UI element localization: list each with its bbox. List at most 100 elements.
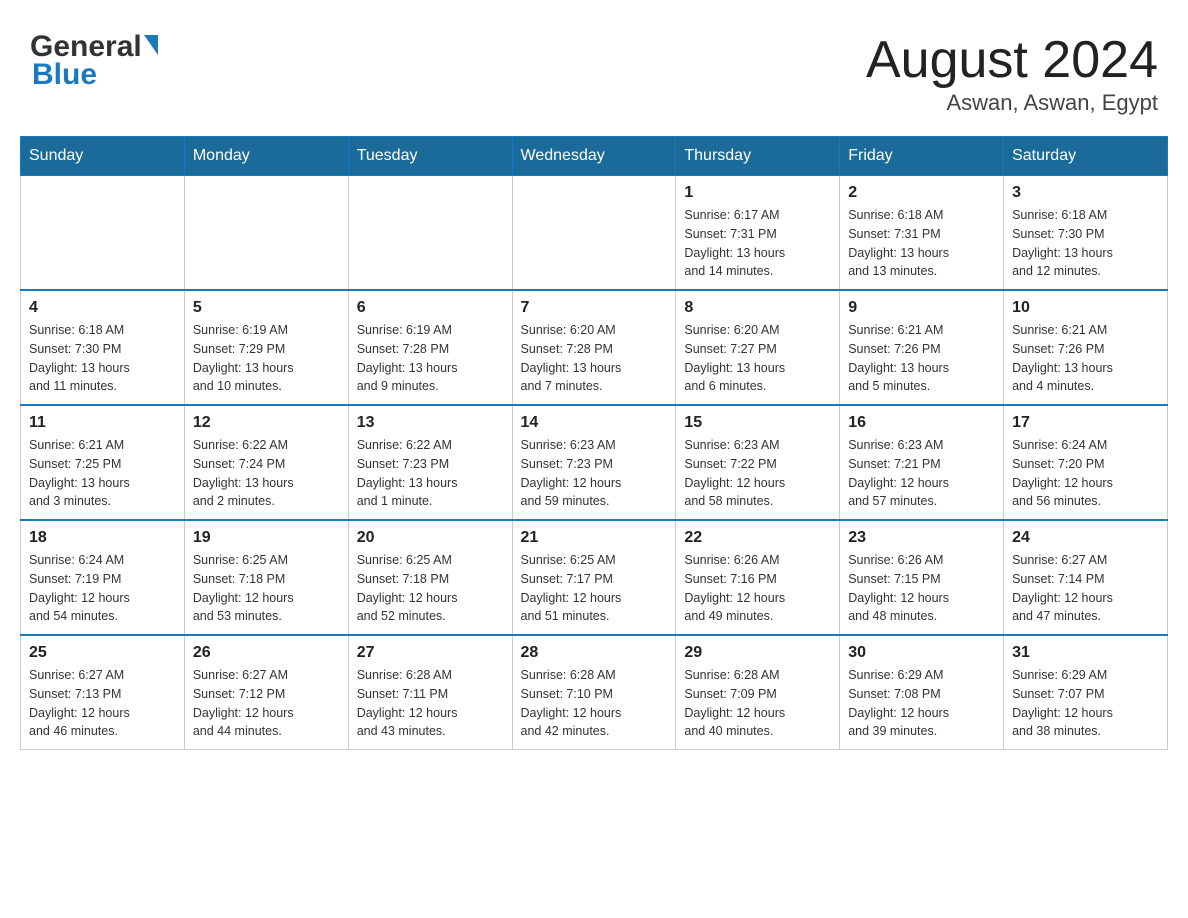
calendar-subtitle: Aswan, Aswan, Egypt [866,90,1158,116]
table-row [21,176,185,291]
calendar-header-row: Sunday Monday Tuesday Wednesday Thursday… [21,137,1168,176]
day-info: Sunrise: 6:26 AMSunset: 7:16 PMDaylight:… [684,551,831,626]
page-header: General Blue August 2024 Aswan, Aswan, E… [20,20,1168,116]
col-wednesday: Wednesday [512,137,676,176]
day-info: Sunrise: 6:21 AMSunset: 7:25 PMDaylight:… [29,436,176,511]
table-row: 7Sunrise: 6:20 AMSunset: 7:28 PMDaylight… [512,290,676,405]
table-row [348,176,512,291]
day-info: Sunrise: 6:27 AMSunset: 7:13 PMDaylight:… [29,666,176,741]
table-row: 22 Sunrise: 6:26 AMSunset: 7:16 PMDayligh… [676,520,840,635]
table-row: 23 Sunrise: 6:26 AMSunset: 7:15 PMDayligh… [840,520,1004,635]
day-info: Sunrise: 6:26 AMSunset: 7:15 PMDaylight:… [848,551,995,626]
day-info: Sunrise: 6:29 AMSunset: 7:08 PMDaylight:… [848,666,995,741]
table-row: 3 Sunrise: 6:18 AMSunset: 7:30 PMDaylight… [1004,176,1168,291]
day-info: Sunrise: 6:19 AMSunset: 7:28 PMDaylight:… [357,321,504,396]
table-row: 24 Sunrise: 6:27 AMSunset: 7:14 PMDayligh… [1004,520,1168,635]
day-info: Sunrise: 6:23 AMSunset: 7:23 PMDaylight:… [521,436,668,511]
day-number: 25 [29,644,176,662]
table-row: 2 Sunrise: 6:18 AMSunset: 7:31 PMDaylight… [840,176,1004,291]
day-number: 26 [193,644,340,662]
table-row: 6 Sunrise: 6:19 AMSunset: 7:28 PMDaylight… [348,290,512,405]
day-info: Sunrise: 6:23 AMSunset: 7:22 PMDaylight:… [684,436,831,511]
logo-blue: Blue [32,58,97,91]
table-row: 16 Sunrise: 6:23 AMSunset: 7:21 PMDayligh… [840,405,1004,520]
table-row: 8Sunrise: 6:20 AMSunset: 7:27 PMDaylight… [676,290,840,405]
col-monday: Monday [184,137,348,176]
table-row: 10 Sunrise: 6:21 AMSunset: 7:26 PMDayligh… [1004,290,1168,405]
day-info: Sunrise: 6:28 AMSunset: 7:09 PMDaylight:… [684,666,831,741]
day-number: 10 [1012,299,1159,317]
day-info: Sunrise: 6:21 AMSunset: 7:26 PMDaylight:… [1012,321,1159,396]
day-number: 3 [1012,184,1159,202]
day-number: 15 [684,414,831,432]
table-row: 18 Sunrise: 6:24 AMSunset: 7:19 PMDayligh… [21,520,185,635]
day-number: 22 [684,529,831,547]
day-info: Sunrise: 6:21 AMSunset: 7:26 PMDaylight:… [848,321,995,396]
day-info: Sunrise: 6:23 AMSunset: 7:21 PMDaylight:… [848,436,995,511]
day-number: 28 [521,644,668,662]
table-row [184,176,348,291]
day-number: 23 [848,529,995,547]
day-info: Sunrise: 6:25 AMSunset: 7:18 PMDaylight:… [193,551,340,626]
day-info: Sunrise: 6:24 AMSunset: 7:20 PMDaylight:… [1012,436,1159,511]
table-row: 31 Sunrise: 6:29 AMSunset: 7:07 PMDayligh… [1004,635,1168,750]
day-info: Sunrise: 6:22 AMSunset: 7:23 PMDaylight:… [357,436,504,511]
table-row: 20 Sunrise: 6:25 AMSunset: 7:18 PMDayligh… [348,520,512,635]
col-sunday: Sunday [21,137,185,176]
day-number: 30 [848,644,995,662]
table-row: 21 Sunrise: 6:25 AMSunset: 7:17 PMDayligh… [512,520,676,635]
day-info: Sunrise: 6:18 AMSunset: 7:31 PMDaylight:… [848,206,995,281]
day-number: 14 [521,414,668,432]
logo-triangle-icon [144,35,158,55]
day-number: 29 [684,644,831,662]
day-number: 5 [193,299,340,317]
day-number: 17 [1012,414,1159,432]
table-row: 15 Sunrise: 6:23 AMSunset: 7:22 PMDayligh… [676,405,840,520]
logo: General Blue [30,30,158,92]
day-number: 24 [1012,529,1159,547]
calendar-title: August 2024 [866,30,1158,90]
day-number: 19 [193,529,340,547]
day-number: 21 [521,529,668,547]
day-info: Sunrise: 6:22 AMSunset: 7:24 PMDaylight:… [193,436,340,511]
day-info: Sunrise: 6:25 AMSunset: 7:18 PMDaylight:… [357,551,504,626]
day-info: Sunrise: 6:20 AMSunset: 7:28 PMDaylight:… [521,321,668,396]
day-number: 8 [684,299,831,317]
calendar-table: Sunday Monday Tuesday Wednesday Thursday… [20,136,1168,750]
day-info: Sunrise: 6:25 AMSunset: 7:17 PMDaylight:… [521,551,668,626]
day-number: 2 [848,184,995,202]
day-number: 31 [1012,644,1159,662]
day-info: Sunrise: 6:24 AMSunset: 7:19 PMDaylight:… [29,551,176,626]
day-number: 6 [357,299,504,317]
day-info: Sunrise: 6:18 AMSunset: 7:30 PMDaylight:… [1012,206,1159,281]
table-row: 4Sunrise: 6:18 AMSunset: 7:30 PMDaylight… [21,290,185,405]
table-row: 19 Sunrise: 6:25 AMSunset: 7:18 PMDayligh… [184,520,348,635]
table-row: 12Sunrise: 6:22 AMSunset: 7:24 PMDayligh… [184,405,348,520]
table-row: 9Sunrise: 6:21 AMSunset: 7:26 PMDaylight… [840,290,1004,405]
day-info: Sunrise: 6:17 AMSunset: 7:31 PMDaylight:… [684,206,831,281]
day-info: Sunrise: 6:19 AMSunset: 7:29 PMDaylight:… [193,321,340,396]
day-info: Sunrise: 6:27 AMSunset: 7:14 PMDaylight:… [1012,551,1159,626]
day-number: 16 [848,414,995,432]
day-number: 18 [29,529,176,547]
day-number: 1 [684,184,831,202]
table-row: 26 Sunrise: 6:27 AMSunset: 7:12 PMDayligh… [184,635,348,750]
col-saturday: Saturday [1004,137,1168,176]
day-info: Sunrise: 6:29 AMSunset: 7:07 PMDaylight:… [1012,666,1159,741]
table-row: 28Sunrise: 6:28 AMSunset: 7:10 PMDayligh… [512,635,676,750]
day-info: Sunrise: 6:27 AMSunset: 7:12 PMDaylight:… [193,666,340,741]
title-block: August 2024 Aswan, Aswan, Egypt [866,30,1158,116]
day-number: 20 [357,529,504,547]
day-info: Sunrise: 6:28 AMSunset: 7:11 PMDaylight:… [357,666,504,741]
day-number: 11 [29,414,176,432]
table-row [512,176,676,291]
col-friday: Friday [840,137,1004,176]
table-row: 5 Sunrise: 6:19 AMSunset: 7:29 PMDaylight… [184,290,348,405]
table-row: 25 Sunrise: 6:27 AMSunset: 7:13 PMDayligh… [21,635,185,750]
table-row: 29 Sunrise: 6:28 AMSunset: 7:09 PMDayligh… [676,635,840,750]
day-number: 13 [357,414,504,432]
table-row: 27 Sunrise: 6:28 AMSunset: 7:11 PMDayligh… [348,635,512,750]
day-number: 4 [29,299,176,317]
col-tuesday: Tuesday [348,137,512,176]
day-number: 27 [357,644,504,662]
